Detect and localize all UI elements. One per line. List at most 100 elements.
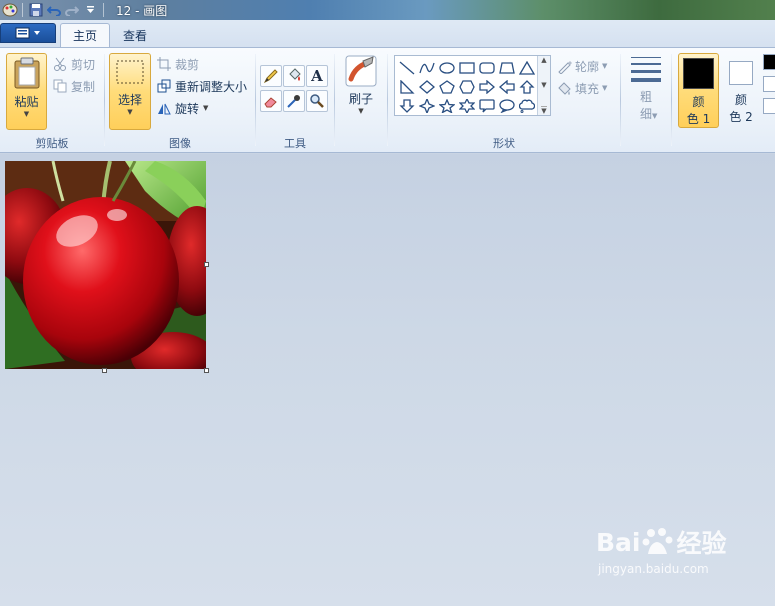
polygon-shape-icon[interactable]: [497, 58, 517, 77]
shapes-grid: [397, 58, 537, 115]
fill-button[interactable]: 填充 ▼: [556, 78, 607, 98]
brushes-label: 刷子: [348, 92, 373, 106]
scroll-down-icon[interactable]: ▼: [541, 81, 546, 89]
tools-group-label: 工具: [284, 137, 306, 150]
eraser-icon[interactable]: [260, 90, 282, 112]
watermark-url: jingyan.baidu.com: [598, 562, 709, 576]
rotate-icon: [156, 100, 172, 116]
baidu-watermark: Bai 经验 jingyan.baidu.com: [596, 524, 727, 577]
palette-swatch-empty[interactable]: [763, 98, 775, 114]
four-point-star-shape-icon[interactable]: [417, 96, 437, 115]
palette-swatch-black[interactable]: [763, 54, 775, 70]
crop-label: 裁剪: [175, 57, 200, 72]
brush-icon: [345, 55, 377, 87]
customize-quick-access-icon[interactable]: [81, 2, 99, 18]
down-arrow-shape-icon[interactable]: [397, 96, 417, 115]
chevron-down-icon: ▼: [602, 62, 608, 70]
resize-icon: [156, 78, 172, 94]
chevron-down-icon: ▼: [203, 104, 209, 112]
selection-icon: [116, 60, 144, 84]
magnifier-icon[interactable]: [306, 90, 328, 112]
tab-view[interactable]: 查看: [111, 23, 159, 47]
group-separator: [620, 54, 621, 146]
resize-button[interactable]: 重新调整大小: [156, 76, 247, 96]
oval-shape-icon[interactable]: [437, 58, 457, 77]
shapes-group-label: 形状: [493, 137, 515, 150]
cut-button[interactable]: 剪切: [52, 54, 95, 74]
fill-icon[interactable]: [283, 65, 305, 87]
image-group: 选择 ▼ 裁剪 重新调整大小 旋转 ▼ 图像: [105, 48, 255, 154]
crop-icon: [156, 56, 172, 72]
triangle-shape-icon[interactable]: [517, 58, 537, 77]
redo-icon[interactable]: [63, 2, 81, 18]
oval-callout-shape-icon[interactable]: [497, 96, 517, 115]
color2-button[interactable]: 颜 色 2: [722, 53, 760, 128]
up-arrow-shape-icon[interactable]: [517, 77, 537, 96]
tab-home[interactable]: 主页: [60, 23, 111, 47]
color2-label-line1: 颜: [734, 93, 747, 107]
shapes-scrollbar[interactable]: ▲ ▼ ▼: [537, 56, 550, 115]
rounded-callout-shape-icon[interactable]: [477, 96, 497, 115]
color2-swatch: [729, 61, 753, 85]
cut-label: 剪切: [71, 57, 96, 72]
palette-swatch-white[interactable]: [763, 76, 775, 92]
pentagon-shape-icon[interactable]: [437, 77, 457, 96]
text-icon[interactable]: A: [306, 65, 328, 87]
select-button[interactable]: 选择 ▼: [109, 53, 151, 130]
paste-button[interactable]: 粘贴 ▼: [6, 53, 47, 130]
rotate-button[interactable]: 旋转 ▼: [156, 98, 208, 118]
line-shape-icon[interactable]: [397, 58, 417, 77]
brushes-group: 刷子 ▼: [335, 48, 387, 154]
diamond-shape-icon[interactable]: [417, 77, 437, 96]
outline-button[interactable]: 轮廓 ▼: [556, 56, 607, 76]
five-point-star-shape-icon[interactable]: [437, 96, 457, 115]
expand-gallery-icon[interactable]: ▼: [541, 106, 547, 115]
resize-handle-corner[interactable]: [204, 368, 209, 373]
resize-handle-bottom[interactable]: [102, 368, 107, 373]
rounded-rectangle-shape-icon[interactable]: [477, 58, 497, 77]
image-group-label: 图像: [169, 137, 191, 150]
shapes-gallery: ▲ ▼ ▼: [394, 55, 551, 116]
undo-icon[interactable]: [45, 2, 63, 18]
line-width-icon: [631, 57, 661, 82]
pencil-icon[interactable]: [260, 65, 282, 87]
rectangle-shape-icon[interactable]: [457, 58, 477, 77]
chevron-down-icon: ▼: [652, 112, 658, 120]
size-label-line2: 细: [639, 107, 652, 121]
paw-logo-icon: [642, 528, 672, 554]
brushes-button[interactable]: 刷子 ▼: [341, 53, 381, 123]
cherry-image[interactable]: [5, 161, 206, 369]
right-arrow-shape-icon[interactable]: [477, 77, 497, 96]
rotate-label: 旋转: [175, 101, 200, 116]
clipboard-group: 粘贴 ▼ 剪切 复制 剪贴板: [0, 48, 104, 154]
color1-button[interactable]: 颜 色 1: [678, 53, 719, 128]
color2-label-line2: 色 2: [729, 110, 753, 124]
outline-label: 轮廓: [575, 59, 600, 74]
ribbon-tab-row: 主页 查看: [0, 20, 775, 47]
resize-label: 重新调整大小: [175, 79, 248, 94]
right-triangle-shape-icon[interactable]: [397, 77, 417, 96]
scissors-icon: [52, 56, 68, 72]
color1-swatch: [683, 58, 714, 89]
select-label: 选择: [117, 93, 142, 107]
size-button[interactable]: 粗 细: [626, 54, 666, 126]
copy-icon: [52, 78, 68, 94]
curve-shape-icon[interactable]: [417, 58, 437, 77]
save-icon[interactable]: [27, 2, 45, 18]
paint-menu-button[interactable]: [0, 23, 56, 43]
hexagon-shape-icon[interactable]: [457, 77, 477, 96]
watermark-brand-right: 经验: [676, 529, 727, 558]
paint-app-icon[interactable]: [2, 2, 18, 18]
copy-button[interactable]: 复制: [52, 76, 95, 96]
six-point-star-shape-icon[interactable]: [457, 96, 477, 115]
tools-group: A 工具: [256, 48, 334, 154]
color1-label-line1: 颜: [692, 95, 705, 109]
color-picker-icon[interactable]: [283, 90, 305, 112]
chevron-down-icon: ▼: [127, 108, 133, 116]
scroll-up-icon[interactable]: ▲: [541, 56, 546, 64]
cloud-callout-shape-icon[interactable]: [517, 96, 537, 115]
left-arrow-shape-icon[interactable]: [497, 77, 517, 96]
crop-button[interactable]: 裁剪: [156, 54, 199, 74]
resize-handle-right[interactable]: [204, 262, 209, 267]
watermark-brand-left: Bai: [596, 527, 641, 557]
